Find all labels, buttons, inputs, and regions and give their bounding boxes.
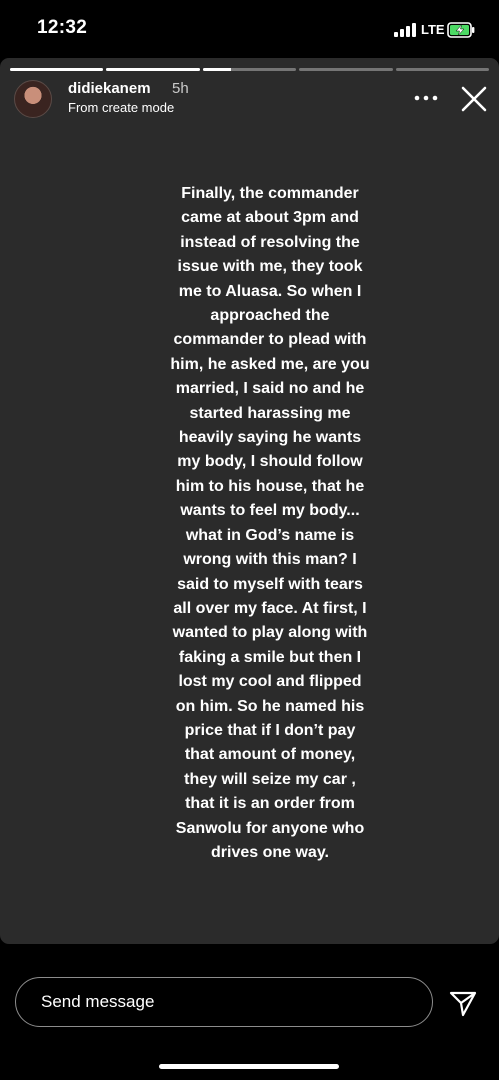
more-options-icon[interactable] <box>412 86 440 110</box>
story-card[interactable]: didiekanem 5h From create mode Finally, … <box>0 58 499 944</box>
story-text: Finally, the commander came at about 3pm… <box>170 185 370 861</box>
story-subtitle: From create mode <box>68 100 175 115</box>
status-time: 12:32 <box>37 17 88 38</box>
story-progress-bar <box>10 68 490 71</box>
battery-charging-icon <box>447 22 475 38</box>
close-icon[interactable] <box>460 85 488 113</box>
network-label: LTE <box>421 22 445 37</box>
status-bar: 12:32 LTE <box>0 0 499 58</box>
cellular-signal-icon <box>394 23 416 37</box>
avatar[interactable] <box>14 80 52 118</box>
progress-segment-5 <box>395 68 490 71</box>
story-time-ago: 5h <box>172 80 189 97</box>
progress-segment-fill <box>106 68 200 71</box>
send-icon[interactable] <box>448 988 478 1018</box>
story-username[interactable]: didiekanem <box>68 80 151 97</box>
progress-segment-fill <box>202 68 231 71</box>
send-message-placeholder: Send message <box>41 992 155 1011</box>
send-message-input[interactable]: Send message <box>15 977 433 1027</box>
home-indicator[interactable] <box>159 1064 339 1069</box>
progress-segment-4 <box>299 68 393 71</box>
story-viewer-screen: 12:32 LTE didiekanem 5h From create mode <box>0 0 499 1080</box>
progress-segment-1 <box>10 68 104 71</box>
progress-segment-fill <box>10 68 104 71</box>
progress-segment-3 <box>202 68 297 71</box>
progress-segment-2 <box>106 68 200 71</box>
